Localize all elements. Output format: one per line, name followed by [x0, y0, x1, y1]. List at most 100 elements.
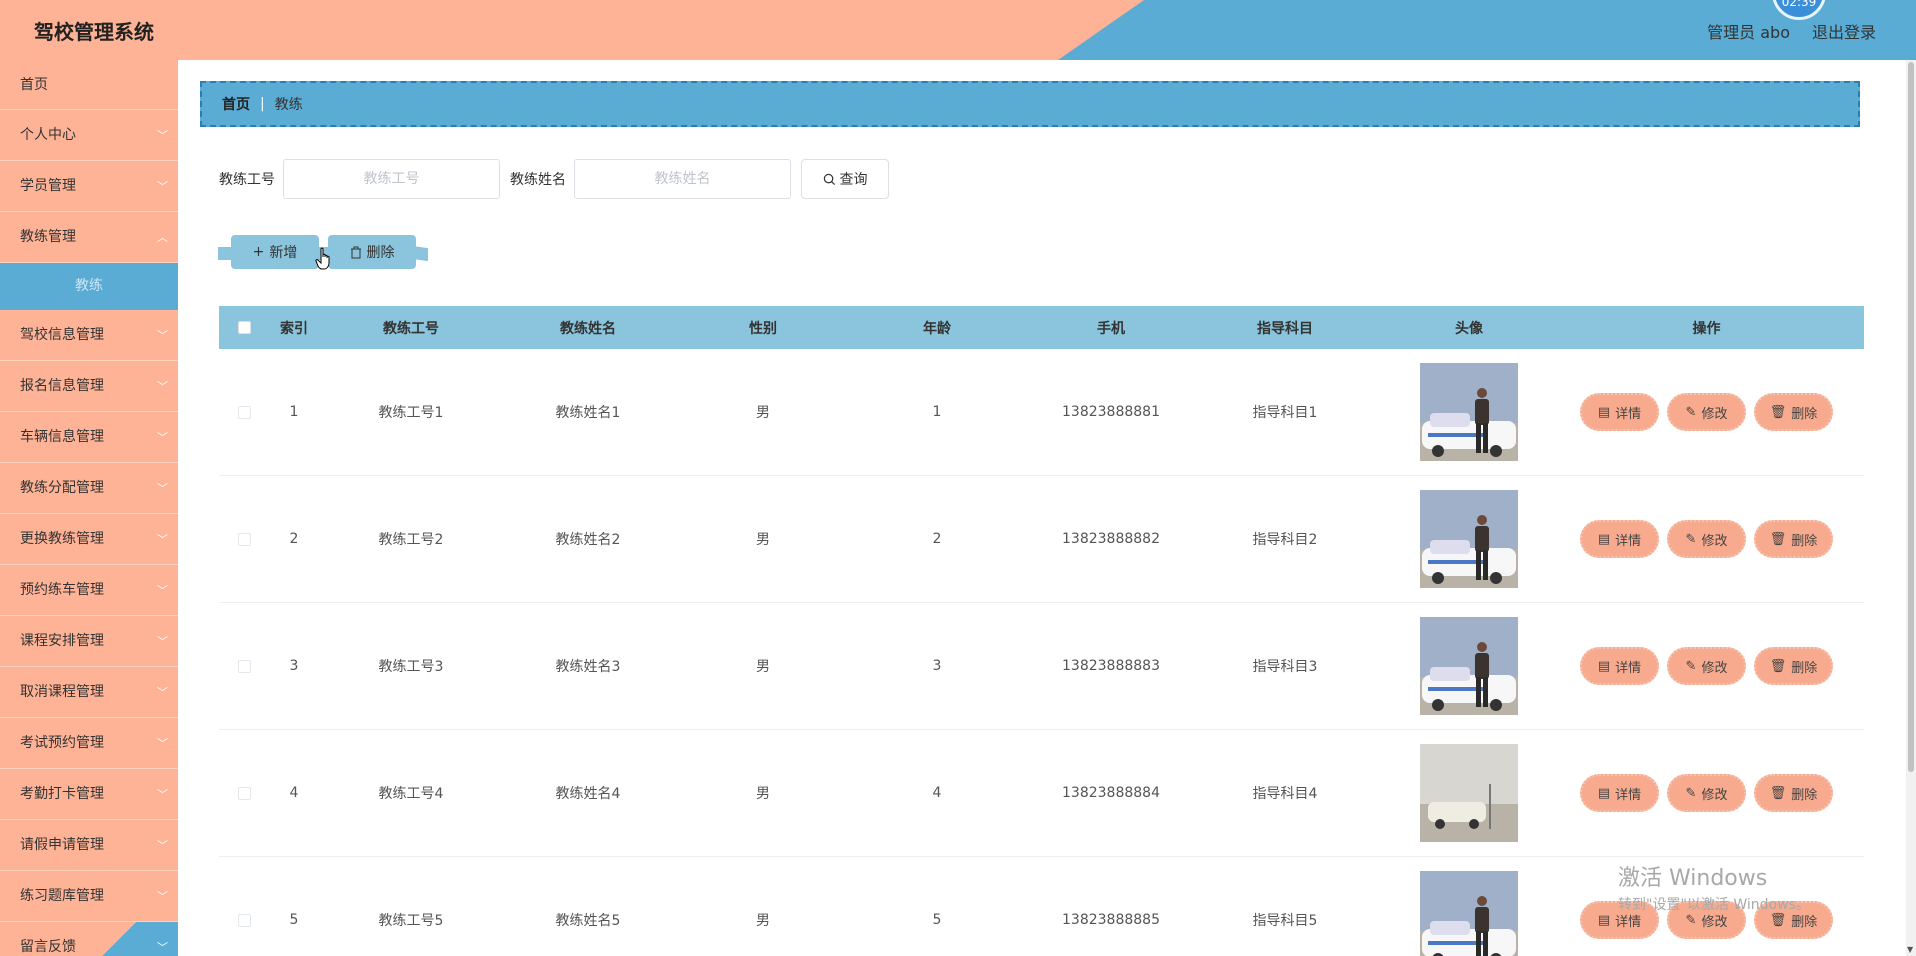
- logout-link[interactable]: 退出登录: [1812, 19, 1876, 43]
- detail-button-label: 详情: [1615, 660, 1642, 676]
- scroll-down-arrow-icon[interactable]: ▼: [1907, 945, 1913, 954]
- sidebar-item-label: 个人中心: [20, 127, 76, 143]
- sidebar-item-label: 预约练车管理: [20, 582, 104, 598]
- cell-age: 1: [932, 404, 942, 420]
- sidebar-item-coach-management[interactable]: 教练管理 ︿: [0, 212, 178, 263]
- breadcrumb-home[interactable]: 首页: [222, 94, 250, 114]
- document-icon: ▤: [1597, 531, 1611, 547]
- edit-button-label: 修改: [1701, 787, 1728, 803]
- cell-phone: 13823888881: [1062, 404, 1160, 420]
- sidebar-item-label: 留言反馈: [20, 939, 76, 955]
- sidebar-item-coach-assignment[interactable]: 教练分配管理 ﹀: [0, 463, 178, 514]
- delete-button[interactable]: 🗑 删除: [1754, 393, 1833, 431]
- pencil-icon: ✎: [1685, 404, 1697, 420]
- coach-avatar-image[interactable]: [1420, 871, 1518, 956]
- header-phone: 手机: [1097, 320, 1125, 337]
- row-checkbox[interactable]: [237, 659, 251, 673]
- table-row[interactable]: 3 教练工号3 教练姓名3 男 3 13823888883 指导科目3 ▤ 详情 ✎ 修改 🗑 删除: [219, 603, 1864, 730]
- ribbon-tail-right: [412, 245, 428, 262]
- detail-button[interactable]: ▤ 详情: [1580, 520, 1659, 558]
- cell-sex: 男: [756, 913, 770, 929]
- sidebar-item-attendance[interactable]: 考勤打卡管理 ﹀: [0, 769, 178, 820]
- sidebar-item-home[interactable]: 首页: [0, 60, 178, 110]
- table-row[interactable]: 4 教练工号4 教练姓名4 男 4 13823888884 指导科目4 ▤ 详情 ✎ 修改 🗑 删除: [219, 730, 1864, 857]
- detail-button-label: 详情: [1615, 787, 1642, 803]
- trash-icon: 🗑: [1769, 912, 1787, 928]
- row-checkbox[interactable]: [237, 786, 251, 800]
- chevron-down-icon: ﹀: [157, 380, 168, 393]
- sidebar-item-label: 考勤打卡管理: [20, 786, 104, 802]
- edit-button[interactable]: ✎ 修改: [1667, 774, 1746, 812]
- chevron-down-icon: ﹀: [157, 584, 168, 597]
- scrollbar-thumb[interactable]: [1908, 62, 1914, 772]
- detail-button[interactable]: ▤ 详情: [1580, 647, 1659, 685]
- cell-sex: 男: [756, 405, 770, 421]
- row-checkbox[interactable]: [237, 532, 251, 546]
- header-age: 年龄: [923, 320, 951, 337]
- coach-name-input[interactable]: [574, 159, 791, 199]
- coach-avatar-image[interactable]: [1420, 490, 1518, 588]
- sidebar-item-course-cancel[interactable]: 取消课程管理 ﹀: [0, 667, 178, 718]
- header-index: 索引: [280, 320, 308, 337]
- row-checkbox[interactable]: [237, 913, 251, 927]
- delete-button[interactable]: 🗑 删除: [1754, 520, 1833, 558]
- sidebar-item-enrollment-info[interactable]: 报名信息管理 ﹀: [0, 361, 178, 412]
- edit-button[interactable]: ✎ 修改: [1667, 393, 1746, 431]
- sidebar-item-exam-booking[interactable]: 考试预约管理 ﹀: [0, 718, 178, 769]
- sidebar-item-practice-booking[interactable]: 预约练车管理 ﹀: [0, 565, 178, 616]
- coach-avatar-image[interactable]: [1420, 363, 1518, 461]
- cell-subject: 指导科目3: [1252, 659, 1318, 675]
- chevron-down-icon: ﹀: [157, 482, 168, 495]
- cell-index: 2: [289, 531, 299, 547]
- sidebar-item-school-info[interactable]: 驾校信息管理 ﹀: [0, 310, 178, 361]
- search-button-label: 查询: [839, 172, 868, 188]
- document-icon: ▤: [1597, 658, 1611, 674]
- sidebar-item-coach-change[interactable]: 更换教练管理 ﹀: [0, 514, 178, 565]
- cell-phone: 13823888885: [1062, 912, 1160, 928]
- sidebar-item-question-bank[interactable]: 练习题库管理 ﹀: [0, 871, 178, 922]
- sidebar-item-leave-request[interactable]: 请假申请管理 ﹀: [0, 820, 178, 871]
- coach-avatar-image[interactable]: [1420, 617, 1518, 715]
- add-button-label: 新增: [269, 245, 298, 261]
- cell-subject: 指导科目1: [1252, 405, 1318, 421]
- user-name: 管理员 abo: [1707, 23, 1790, 42]
- chevron-down-icon: ﹀: [157, 635, 168, 648]
- header-coach-name: 教练姓名: [560, 320, 616, 337]
- sidebar-item-personal-center[interactable]: 个人中心 ﹀: [0, 110, 178, 161]
- sidebar-item-course-schedule[interactable]: 课程安排管理 ﹀: [0, 616, 178, 667]
- coach-avatar-image[interactable]: [1420, 744, 1518, 842]
- watermark-title: 激活 Windows: [1618, 866, 1768, 891]
- delete-button[interactable]: 🗑 删除: [1754, 647, 1833, 685]
- sidebar-item-feedback[interactable]: 留言反馈 ﹀: [0, 922, 178, 956]
- row-checkbox[interactable]: [237, 405, 251, 419]
- cell-age: 2: [932, 531, 942, 547]
- sidebar-item-student-management[interactable]: 学员管理 ﹀: [0, 161, 178, 212]
- edit-button[interactable]: ✎ 修改: [1667, 520, 1746, 558]
- edit-button[interactable]: ✎ 修改: [1667, 647, 1746, 685]
- cell-subject: 指导科目2: [1252, 532, 1318, 548]
- sidebar-item-label: 驾校信息管理: [20, 327, 104, 343]
- detail-button[interactable]: ▤ 详情: [1580, 393, 1659, 431]
- chevron-down-icon: ﹀: [157, 180, 168, 193]
- vertical-scrollbar[interactable]: ▼: [1906, 60, 1916, 956]
- windows-activation-watermark: 激活 Windows 转到"设置"以激活 Windows。: [1618, 860, 1810, 914]
- sidebar-item-label: 请假申请管理: [20, 837, 104, 853]
- sidebar-subitem-coach[interactable]: 教练: [0, 263, 178, 310]
- chevron-up-icon: ︿: [157, 231, 168, 244]
- delete-button[interactable]: 🗑 删除: [1754, 774, 1833, 812]
- sidebar-item-vehicle-info[interactable]: 车辆信息管理 ﹀: [0, 412, 178, 463]
- table-row[interactable]: 1 教练工号1 教练姓名1 男 1 13823888881 指导科目1 ▤ 详情 ✎ 修改 🗑 删除: [219, 349, 1864, 476]
- sidebar-item-label: 更换教练管理: [20, 531, 104, 547]
- header-sex: 性别: [749, 320, 777, 337]
- cell-coach-no: 教练工号3: [378, 659, 444, 675]
- search-button[interactable]: 查询: [801, 159, 889, 199]
- coach-no-input[interactable]: [283, 159, 500, 199]
- add-button[interactable]: + 新增: [231, 235, 319, 269]
- table-row[interactable]: 2 教练工号2 教练姓名2 男 2 13823888882 指导科目2 ▤ 详情 ✎ 修改 🗑 删除: [219, 476, 1864, 603]
- detail-button[interactable]: ▤ 详情: [1580, 774, 1659, 812]
- select-all-checkbox[interactable]: [237, 321, 251, 334]
- edit-button-label: 修改: [1701, 660, 1728, 676]
- delete-button-label: 删除: [1791, 533, 1818, 549]
- batch-delete-button[interactable]: 删除: [328, 235, 416, 269]
- coach-no-label: 教练工号: [219, 172, 275, 188]
